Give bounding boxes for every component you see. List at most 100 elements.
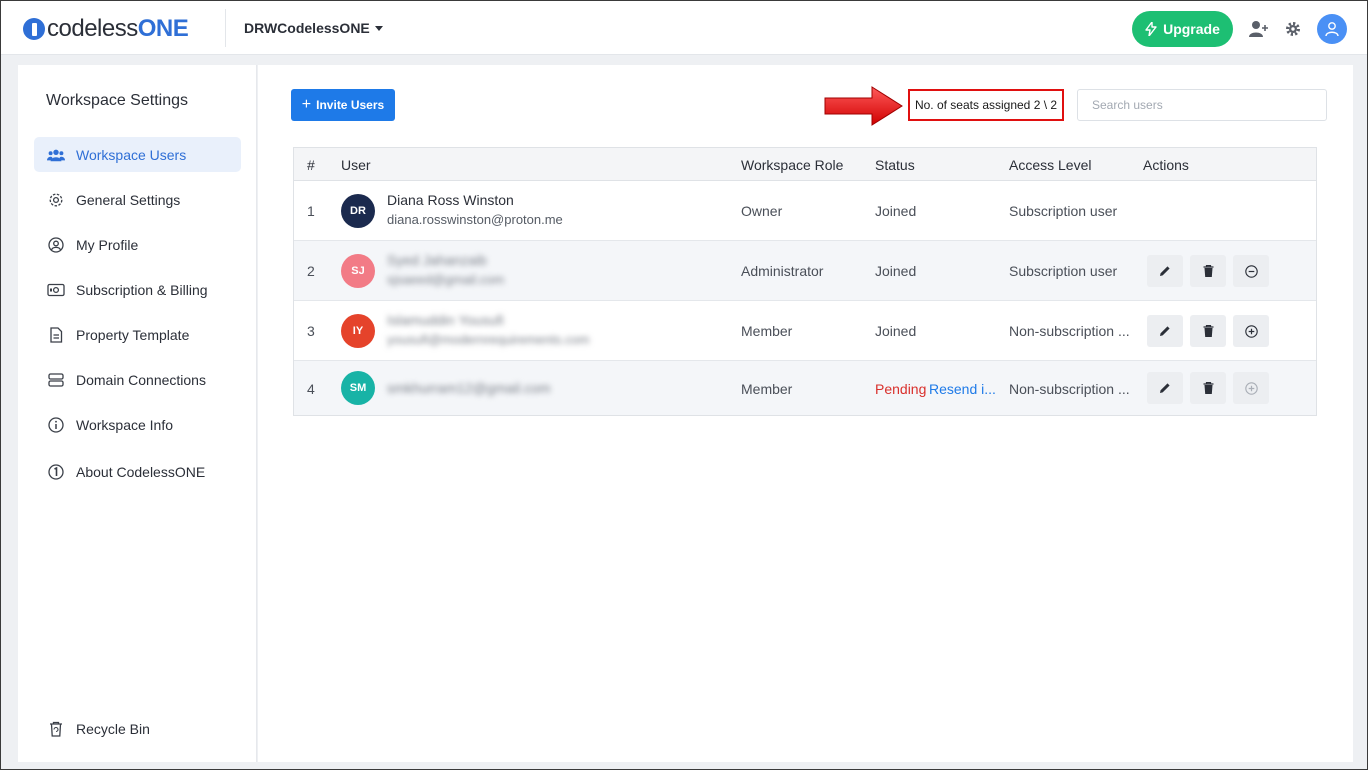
sidebar-item-label: Property Template — [76, 326, 190, 343]
header-divider — [225, 9, 226, 47]
users-icon — [47, 146, 65, 164]
user-name: Diana Ross Winston — [387, 192, 514, 208]
sidebar-item-general-settings[interactable]: General Settings — [34, 182, 241, 217]
column-header-number: # — [307, 157, 315, 173]
trash-icon — [1203, 382, 1213, 394]
delete-user-button[interactable] — [1190, 372, 1226, 404]
avatar: SM — [341, 371, 375, 405]
billing-icon — [47, 281, 65, 299]
workspace-name: DRWCodelessONE — [244, 20, 370, 36]
column-header-user: User — [341, 157, 371, 173]
lightning-icon — [1145, 22, 1157, 36]
add-user-icon[interactable] — [1249, 19, 1269, 39]
workspace-role: Administrator — [741, 263, 824, 279]
upgrade-button[interactable]: Upgrade — [1132, 11, 1233, 47]
column-header-actions: Actions — [1143, 157, 1189, 173]
sidebar-title: Workspace Settings — [46, 92, 188, 109]
avatar: IY — [341, 314, 375, 348]
sidebar-item-label: About CodelessONE — [76, 463, 206, 480]
server-icon — [47, 371, 65, 389]
sidebar-item-my-profile[interactable]: My Profile — [34, 227, 241, 262]
add-seat-button-disabled[interactable] — [1233, 372, 1269, 404]
workspace-switcher[interactable]: DRWCodelessONE — [244, 20, 383, 36]
user-email: yousufi@modernrequirements.com — [387, 332, 590, 347]
row-number: 3 — [307, 323, 315, 339]
sidebar-item-property-template[interactable]: Property Template — [34, 317, 241, 352]
user-avatar-icon[interactable] — [1317, 14, 1347, 44]
column-header-status: Status — [875, 157, 915, 173]
delete-user-button[interactable] — [1190, 255, 1226, 287]
sidebar-item-recycle-bin[interactable]: Recycle Bin — [34, 711, 241, 746]
invite-users-button[interactable]: + Invite Users — [291, 89, 395, 121]
user-name: Syed Jahanzaib — [387, 252, 487, 268]
table-header: # User Workspace Role Status Access Leve… — [294, 148, 1316, 181]
sidebar-item-label: Workspace Users — [76, 146, 187, 163]
table-row[interactable]: 4 SM smkhurram12@gmail.com Member Pendin… — [294, 361, 1316, 415]
sidebar-item-workspace-info[interactable]: Workspace Info — [34, 407, 241, 442]
table-row[interactable]: 3 IY Islamuddin Yousufi yousufi@modernre… — [294, 301, 1316, 361]
pencil-icon — [1160, 266, 1170, 276]
column-header-role: Workspace Role — [741, 157, 844, 173]
sidebar-item-label: Subscription & Billing — [76, 281, 208, 298]
logo-suffix: ONE — [137, 15, 189, 42]
sidebar-item-subscription-billing[interactable]: Subscription & Billing — [34, 272, 241, 307]
user-email: sjsaeed@gmail.com — [387, 272, 505, 287]
settings-sidebar: Workspace Settings Workspace Users Gener… — [18, 65, 257, 762]
workspace-role: Member — [741, 381, 793, 397]
user-email: diana.rosswinston@proton.me — [387, 212, 563, 227]
settings-gear-icon[interactable] — [1283, 19, 1303, 39]
sidebar-item-label: Workspace Info — [76, 416, 174, 433]
invite-users-label: Invite Users — [316, 98, 385, 112]
plus-circle-icon — [1244, 324, 1258, 338]
caret-down-icon — [374, 25, 383, 31]
pencil-icon — [1160, 326, 1170, 336]
red-arrow-annotation — [824, 86, 903, 126]
recycle-bin-icon — [47, 720, 65, 738]
user-name: Islamuddin Yousufi — [387, 312, 504, 328]
seats-assigned-counter: No. of seats assigned 2 \ 2 — [908, 89, 1064, 121]
access-level: Non-subscription ... — [1009, 323, 1130, 339]
edit-user-button[interactable] — [1147, 372, 1183, 404]
codelessone-logo[interactable]: codelessONE — [23, 15, 189, 43]
codelessone-icon — [47, 463, 65, 481]
logo-mark-icon — [23, 18, 45, 40]
row-number: 1 — [307, 203, 315, 219]
row-number: 4 — [307, 381, 315, 397]
user-email: smkhurram12@gmail.com — [387, 380, 551, 396]
access-level: Non-subscription ... — [1009, 381, 1130, 397]
access-level: Subscription user — [1009, 203, 1118, 219]
remove-seat-button[interactable] — [1233, 255, 1269, 287]
sidebar-item-label: Domain Connections — [76, 371, 206, 388]
user-circle-icon — [47, 236, 65, 254]
workspace-role: Owner — [741, 203, 783, 219]
gear-icon — [47, 191, 65, 209]
add-seat-button[interactable] — [1233, 315, 1269, 347]
delete-user-button[interactable] — [1190, 315, 1226, 347]
row-number: 2 — [307, 263, 315, 279]
sidebar-item-workspace-users[interactable]: Workspace Users — [34, 137, 241, 172]
table-row[interactable]: 2 SJ Syed Jahanzaib sjsaeed@gmail.com Ad… — [294, 241, 1316, 301]
users-table: # User Workspace Role Status Access Leve… — [293, 147, 1317, 416]
status-pending: Pending — [875, 381, 927, 397]
info-icon — [47, 416, 65, 434]
edit-user-button[interactable] — [1147, 255, 1183, 287]
trash-icon — [1203, 325, 1213, 337]
status: Joined — [875, 263, 917, 279]
edit-user-button[interactable] — [1147, 315, 1183, 347]
trash-icon — [1203, 265, 1213, 277]
sidebar-item-label: Recycle Bin — [76, 720, 150, 737]
table-row[interactable]: 1 DR Diana Ross Winston diana.rosswinsto… — [294, 181, 1316, 241]
document-icon — [47, 326, 65, 344]
avatar: DR — [341, 194, 375, 228]
avatar: SJ — [341, 254, 375, 288]
resend-invite-link[interactable]: Resend i... — [929, 381, 996, 397]
minus-circle-icon — [1244, 264, 1258, 278]
status: Joined — [875, 323, 917, 339]
search-users-input[interactable] — [1077, 89, 1327, 121]
plus-icon: + — [301, 96, 312, 113]
workspace-role: Member — [741, 323, 793, 339]
pencil-icon — [1160, 383, 1170, 393]
sidebar-item-domain-connections[interactable]: Domain Connections — [34, 362, 241, 397]
main-panel: + Invite Users No. of seats assigned 2 \… — [258, 65, 1353, 762]
sidebar-item-about-codelessone[interactable]: About CodelessONE — [34, 454, 241, 489]
